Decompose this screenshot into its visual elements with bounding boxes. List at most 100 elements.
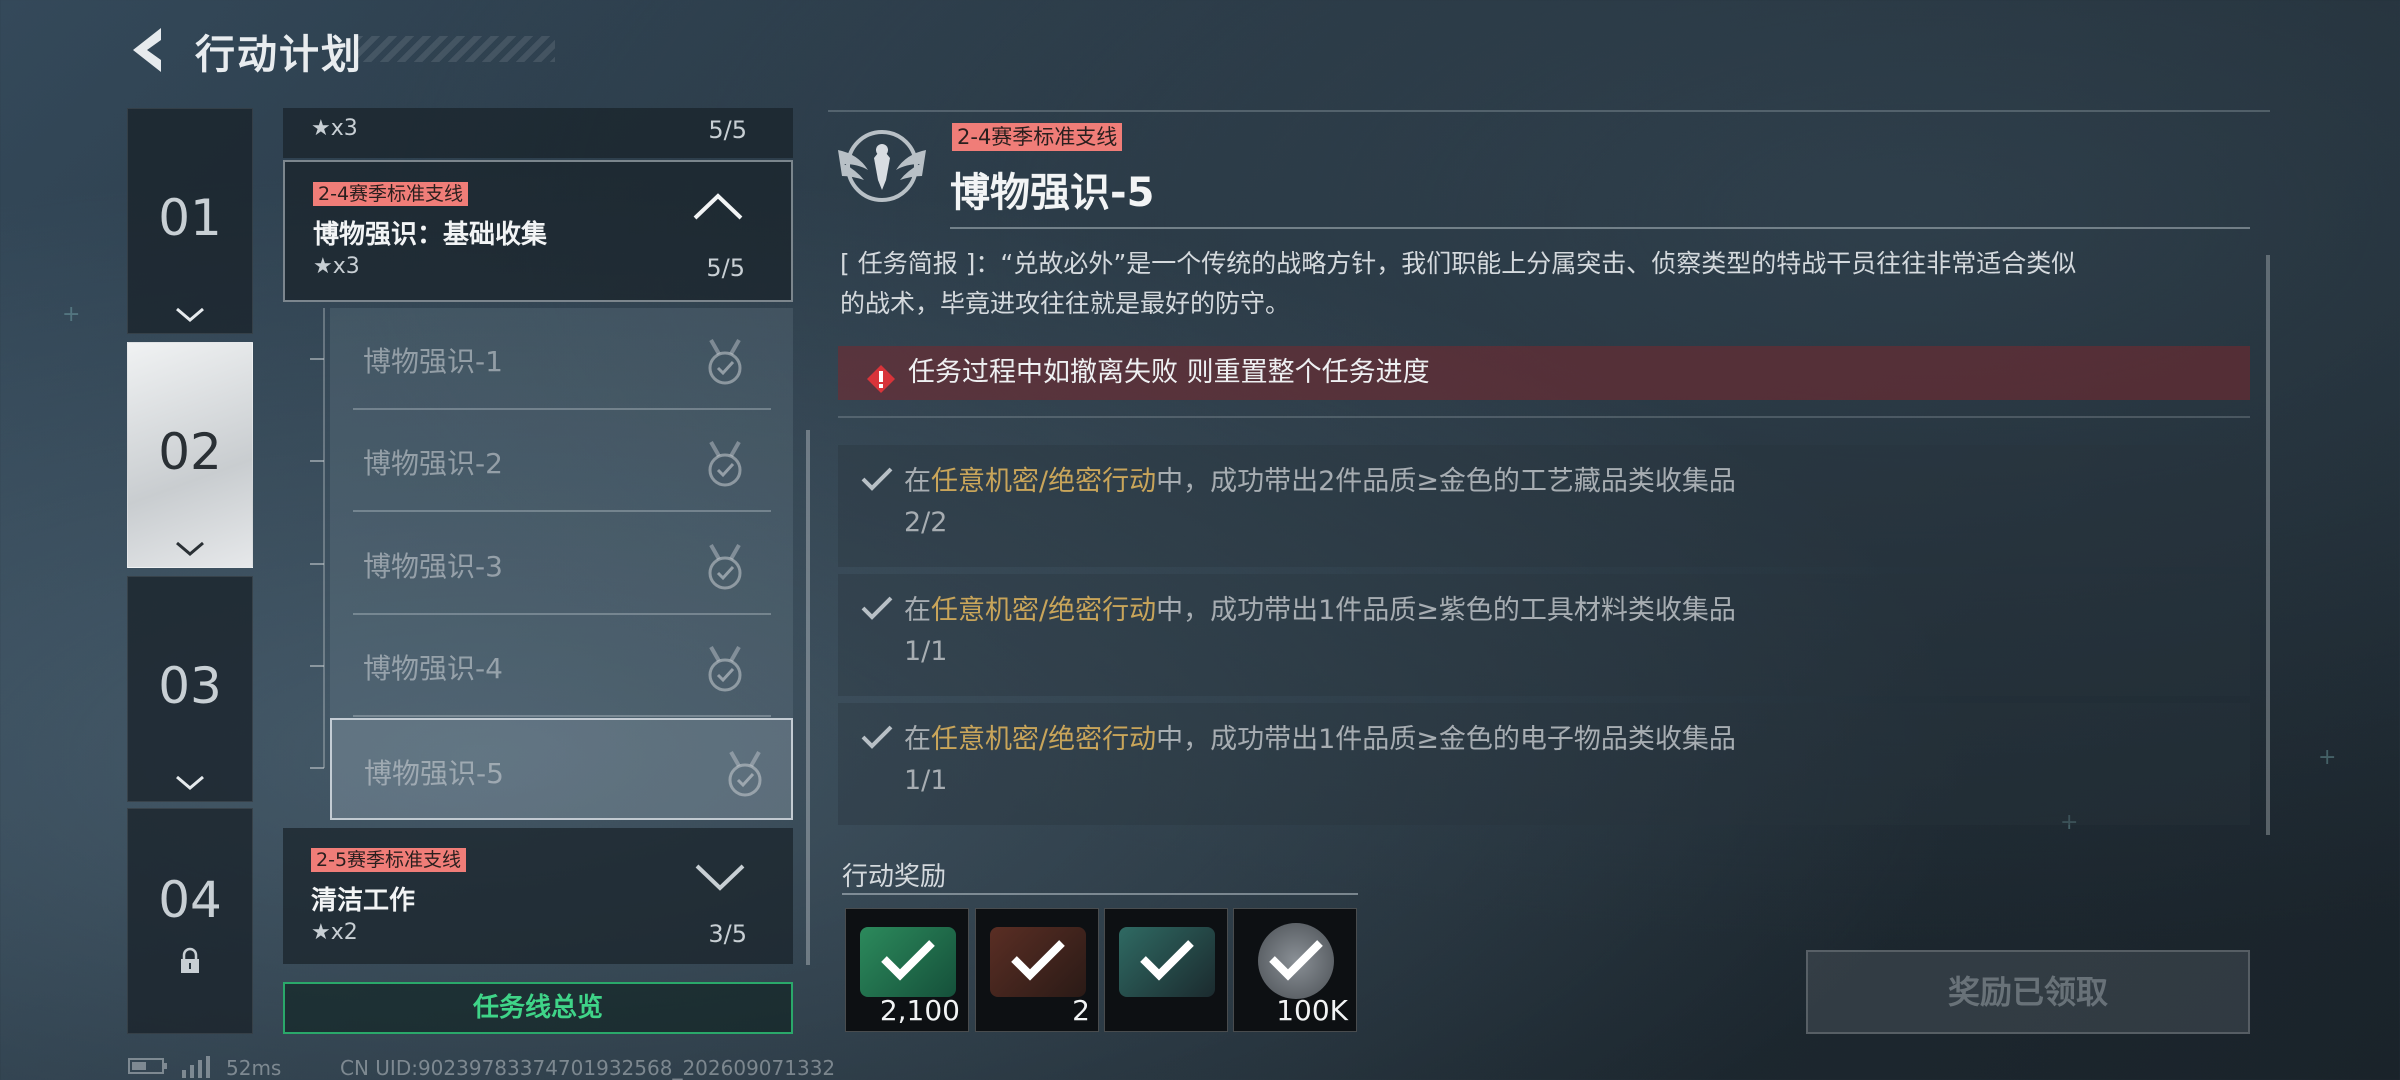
- chevron-down-icon: [128, 539, 252, 563]
- warning-divider: [838, 416, 2250, 418]
- chevron-up-icon[interactable]: [691, 190, 745, 226]
- detail-tag: 2-4赛季标准支线: [952, 123, 1123, 151]
- quest-name: 清洁工作: [311, 886, 416, 916]
- quest-progress: 3/5: [708, 920, 747, 948]
- sub-quest-3[interactable]: 博物强识-3: [353, 513, 771, 615]
- claim-reward-button[interactable]: 奖励已领取: [1806, 950, 2250, 1034]
- tree-tick: [310, 665, 324, 667]
- reward-amount: 2,100: [879, 994, 960, 1027]
- chevron-down-icon: [128, 773, 252, 797]
- claimed-check-icon: [878, 937, 938, 987]
- objective-text: 中，成功带出2件品质≥金色的工艺藏品类收集品: [1156, 466, 1736, 497]
- chapter-number: 03: [158, 657, 222, 715]
- claimed-check-icon: [1137, 937, 1197, 987]
- tree-tick: [310, 563, 324, 565]
- warning-banner: 任务过程中如撤离失败 则重置整个任务进度: [838, 346, 2250, 400]
- objective-item: 在任意机密/绝密行动中，成功带出1件品质≥金色的电子物品类收集品 1/1: [838, 703, 2250, 825]
- warning-text: 任务过程中如撤离失败 则重置整个任务进度: [908, 357, 1430, 388]
- chapter-tab-04[interactable]: 04: [127, 808, 253, 1034]
- star-count: ★x3: [311, 116, 358, 141]
- reward-amount: 2: [1072, 994, 1090, 1027]
- objective-highlight: 任意机密/绝密行动: [931, 724, 1157, 755]
- warning-icon: [866, 359, 896, 413]
- chapter-tab-03[interactable]: 03: [127, 576, 253, 802]
- chevron-down-icon: [128, 305, 252, 329]
- detail-title: 博物强识-5: [950, 170, 1155, 216]
- quest-item-expanded[interactable]: 2-4赛季标准支线 博物强识：基础收集 ★x3 5/5: [283, 160, 793, 302]
- sub-quest-4[interactable]: 博物强识-4: [353, 615, 771, 717]
- lock-icon: [128, 947, 252, 979]
- objective-item: 在任意机密/绝密行动中，成功带出2件品质≥金色的工艺藏品类收集品 2/2: [838, 445, 2250, 567]
- page-title: 行动计划: [195, 32, 363, 78]
- brief-line: 的战术，毕竟进攻往往就是最好的防守。: [840, 289, 1291, 318]
- decor-crosshair: +: [2318, 745, 2337, 770]
- objective-text: 在: [904, 724, 931, 755]
- reward-item[interactable]: [1104, 908, 1228, 1032]
- medal-check-icon: [703, 440, 747, 492]
- reward-item[interactable]: 100K: [1233, 908, 1357, 1032]
- reward-amount: 100K: [1276, 994, 1348, 1027]
- sub-quest-5-selected[interactable]: 博物强识-5: [330, 718, 793, 820]
- objective-text: 在: [904, 595, 931, 626]
- objective-count: 2/2: [904, 507, 948, 538]
- tree-tick: [310, 460, 324, 462]
- signal-icon: [180, 1056, 212, 1080]
- claimed-check-icon: [1266, 937, 1326, 987]
- decor-crosshair: +: [62, 302, 81, 327]
- battery-icon: [128, 1056, 168, 1080]
- objective-item: 在任意机密/绝密行动中，成功带出1件品质≥紫色的工具材料类收集品 1/1: [838, 574, 2250, 696]
- objective-text: 中，成功带出1件品质≥紫色的工具材料类收集品: [1156, 595, 1736, 626]
- user-uid: CN UID:9023978337470193256​8_20260907133…: [340, 1056, 836, 1080]
- quest-tag: 2-5赛季标准支线: [311, 848, 467, 872]
- objective-text: 在: [904, 466, 931, 497]
- chapter-number: 02: [158, 423, 222, 481]
- mission-brief: [ 任务简报 ]：“兑故必外”是一个传统的战略方针，我们职能上分属突击、侦察类型…: [840, 244, 2250, 324]
- brief-line: [ 任务简报 ]：“兑故必外”是一个传统的战略方针，我们职能上分属突击、侦察类型…: [840, 249, 2077, 278]
- back-button[interactable]: [125, 22, 173, 78]
- detail-scrollbar[interactable]: [2266, 255, 2270, 835]
- top-divider: [828, 110, 2270, 112]
- eagle-emblem-icon: [828, 120, 936, 210]
- chapter-number: 01: [158, 189, 222, 247]
- sub-quest-2[interactable]: 博物强识-2: [353, 410, 771, 512]
- reward-label: 行动奖励: [842, 862, 947, 892]
- sub-quest-label: 博物强识-3: [363, 550, 503, 583]
- title-divider: [950, 227, 2250, 229]
- sub-quest-label: 博物强识-1: [363, 345, 503, 378]
- check-icon: [860, 465, 894, 497]
- medal-check-icon: [703, 543, 747, 595]
- claimed-check-icon: [1008, 937, 1068, 987]
- chevron-down-icon[interactable]: [693, 862, 747, 898]
- quest-item-collapsed[interactable]: 2-5赛季标准支线 清洁工作 ★x2 3/5: [283, 828, 793, 964]
- check-icon: [860, 594, 894, 626]
- chapter-number: 04: [158, 871, 222, 929]
- objective-text: 中，成功带出1件品质≥金色的电子物品类收集品: [1156, 724, 1736, 755]
- title-decoration: [355, 36, 555, 62]
- reward-divider: [842, 893, 1358, 895]
- questline-overview-button[interactable]: 任务线总览: [283, 982, 793, 1034]
- objective-count: 1/1: [904, 636, 948, 667]
- quest-item-partial[interactable]: ★x3 5/5: [283, 108, 793, 158]
- quest-progress: 5/5: [706, 254, 745, 282]
- medal-check-icon: [703, 645, 747, 697]
- objective-highlight: 任意机密/绝密行动: [931, 595, 1157, 626]
- quest-progress: 5/5: [708, 116, 747, 144]
- star-count: ★x2: [311, 920, 358, 945]
- sub-quest-label: 博物强识-2: [363, 447, 503, 480]
- sub-quest-label: 博物强识-4: [363, 652, 503, 685]
- tree-line: [323, 308, 325, 768]
- reward-item[interactable]: 2,100: [845, 908, 969, 1032]
- back-arrow-icon: [133, 28, 161, 72]
- quest-tag: 2-4赛季标准支线: [313, 182, 469, 206]
- chapter-tab-01[interactable]: 01: [127, 108, 253, 334]
- sub-quest-label: 博物强识-5: [364, 757, 504, 790]
- sub-quest-1[interactable]: 博物强识-1: [353, 308, 771, 410]
- chapter-tab-02[interactable]: 02: [127, 342, 253, 568]
- list-scrollbar[interactable]: [806, 430, 810, 965]
- tree-tick: [310, 767, 324, 769]
- objective-count: 1/1: [904, 765, 948, 796]
- medal-check-icon: [723, 750, 767, 802]
- reward-item[interactable]: 2: [975, 908, 1099, 1032]
- check-icon: [860, 723, 894, 755]
- tree-tick: [310, 358, 324, 360]
